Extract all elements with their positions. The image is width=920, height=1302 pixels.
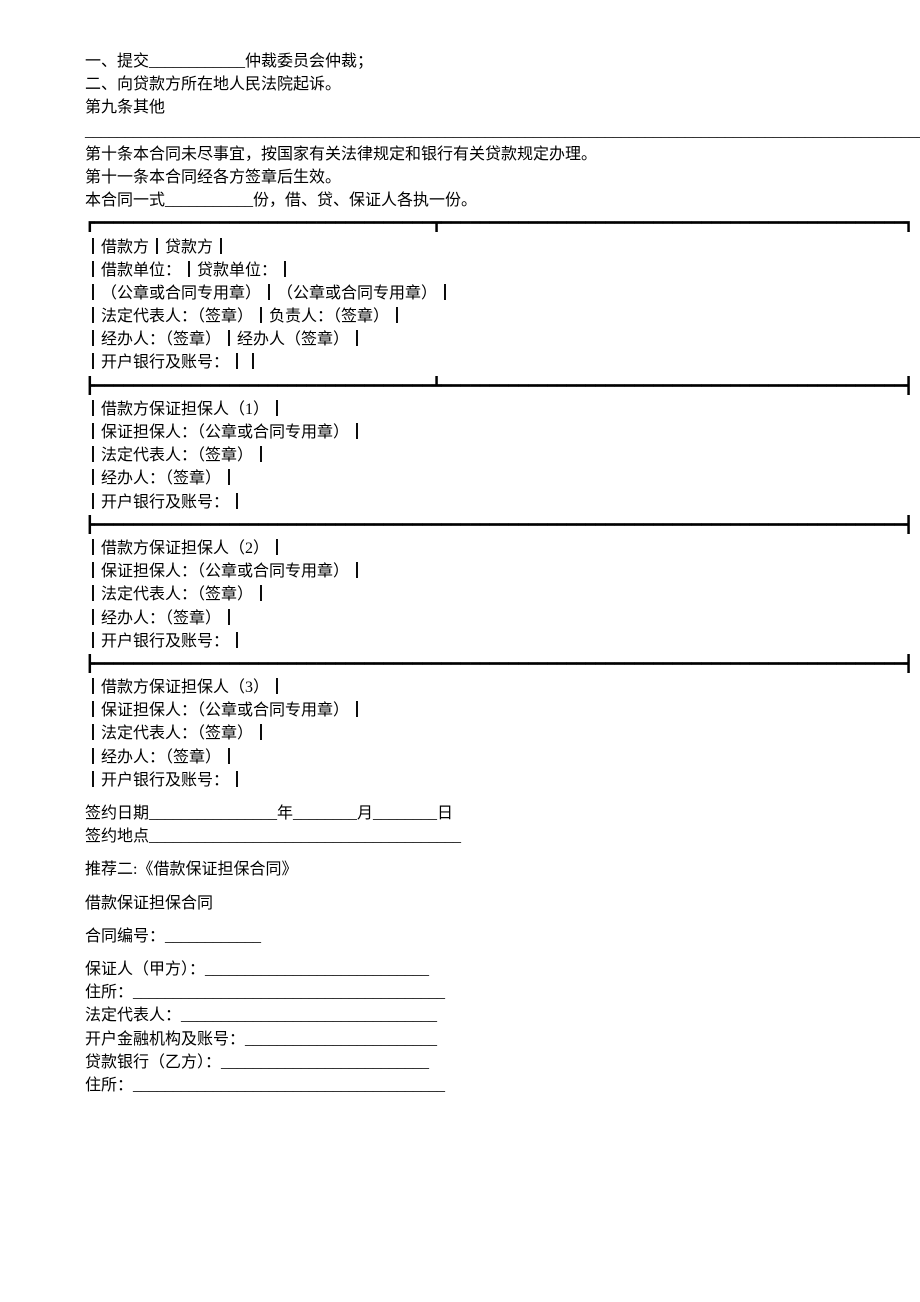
guarantor-party-a: 保证人（甲方）：____________________________ (85, 958, 835, 981)
table-3-row: ┃保证担保人：（公章或合同专用章）┃ (85, 560, 835, 583)
clause-1: 一、提交____________仲裁委员会仲裁； (85, 50, 835, 73)
address-b: 住所：_____________________________________… (85, 1074, 835, 1097)
table-1-row: ┃开户银行及账号：┃┃ (85, 351, 835, 374)
table-3-row: ┃开户银行及账号：┃ (85, 630, 835, 653)
table-4-row: ┃法定代表人：（签章）┃ (85, 722, 835, 745)
table-2-row: ┃经办人：（签章）┃ (85, 467, 835, 490)
article-10: 第十条本合同未尽事宜，按国家有关法律规定和银行有关贷款规定办理。 (85, 143, 835, 166)
table-3-row: ┃经办人：（签章）┃ (85, 607, 835, 630)
sign-date: 签约日期________________年________月________日 (85, 802, 835, 825)
table-2-row: ┃保证担保人：（公章或合同专用章）┃ (85, 421, 835, 444)
copies-line: 本合同一式___________份，借、贷、保证人各执一份。 (85, 189, 835, 212)
table-2-row: ┃开户银行及账号：┃ (85, 491, 835, 514)
article-9-heading: 第九条其他 (85, 96, 835, 119)
table-1-row: ┃经办人：（签章）┃经办人（签章）┃ (85, 328, 835, 351)
table-3-row: ┃法定代表人：（签章）┃ (85, 583, 835, 606)
contract-number: 合同编号：____________ (85, 925, 835, 948)
table-3-top-border: ┣━━━━━━━━━━━━━━━━━━━━━━━━━━━━━━━━━━━━━━━… (85, 514, 835, 537)
table-2-row: ┃法定代表人：（签章）┃ (85, 444, 835, 467)
table-4-row: ┃开户银行及账号：┃ (85, 769, 835, 792)
table-4-row: ┃经办人：（签章）┃ (85, 746, 835, 769)
table-1-row: ┃法定代表人：（签章）┃负责人：（签章）┃ (85, 305, 835, 328)
table-4-row: ┃借款方保证担保人（3）┃ (85, 676, 835, 699)
table-2-top-border: ┣━━━━━━━━━━━━━━━━━━━━━━━━━━━━━━━━━━━┻━━━… (85, 375, 835, 398)
table-1-row: ┃借款方┃贷款方┃ (85, 236, 835, 259)
address-a: 住所：_____________________________________… (85, 981, 835, 1004)
table-4-row: ┃保证担保人：（公章或合同专用章）┃ (85, 699, 835, 722)
article-9-blank-line: ________________________________________… (85, 120, 835, 143)
table-2-row: ┃借款方保证担保人（1）┃ (85, 398, 835, 421)
clause-2: 二、向贷款方所在地人民法院起诉。 (85, 73, 835, 96)
recommendation-2-heading: 推荐二:《借款保证担保合同》 (85, 858, 835, 881)
table-1-row: ┃借款单位：┃贷款单位：┃ (85, 259, 835, 282)
recommendation-2-title: 借款保证担保合同 (85, 892, 835, 915)
table-3-row: ┃借款方保证担保人（2）┃ (85, 537, 835, 560)
article-11: 第十一条本合同经各方签章后生效。 (85, 166, 835, 189)
table-1-top-border: ┏━━━━━━━━━━━━━━━━━━━━━━━━━━━━━━━━━━━┳━━━… (85, 212, 835, 235)
table-1-row: ┃（公章或合同专用章）┃（公章或合同专用章）┃ (85, 282, 835, 305)
bank-account-a: 开户金融机构及账号：________________________ (85, 1028, 835, 1051)
lender-party-b: 贷款银行（乙方）：__________________________ (85, 1051, 835, 1074)
legal-rep-a: 法定代表人：________________________________ (85, 1004, 835, 1027)
table-4-top-border: ┣━━━━━━━━━━━━━━━━━━━━━━━━━━━━━━━━━━━━━━━… (85, 653, 835, 676)
sign-place: 签约地点____________________________________… (85, 825, 835, 848)
